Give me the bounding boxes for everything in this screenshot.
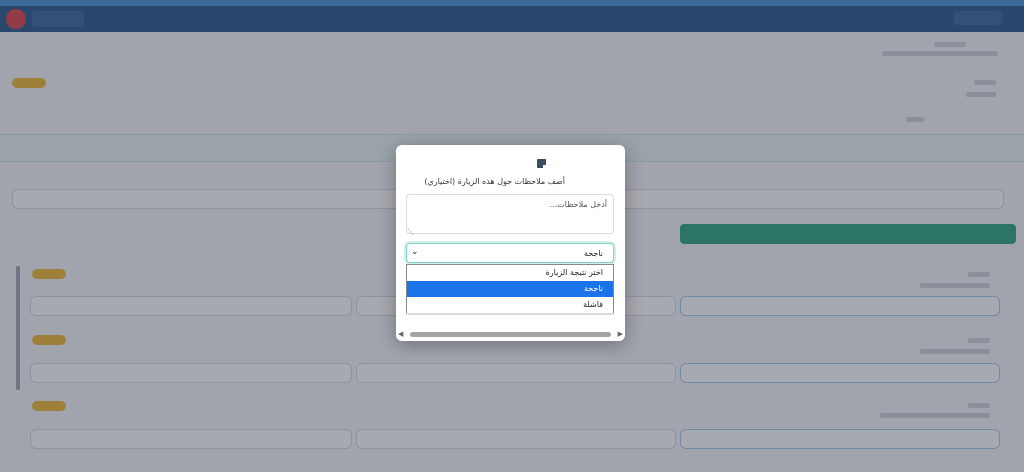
horizontal-scrollbar[interactable]: ◀ ▶ [398,330,623,339]
visit-result-select[interactable]: ناجحة ⌄ [406,243,614,263]
visit-result-dropdown: اختر نتيجة الزيارة ناجحة فاشلة [406,264,614,314]
note-icon [537,159,546,168]
scroll-left-icon[interactable]: ◀ [398,330,403,339]
select-current-value: ناجحة [583,249,603,258]
option-placeholder[interactable]: اختر نتيجة الزيارة [407,265,613,281]
resize-handle-icon[interactable]: ⋰ [407,228,414,236]
visit-notes-modal: أضف ملاحظات حول هذه الزيارة (اختياري) ⋰ … [396,145,625,341]
scroll-right-icon[interactable]: ▶ [618,330,623,339]
notes-label: أضف ملاحظات حول هذه الزيارة (اختياري) [424,177,565,186]
option-successful[interactable]: ناجحة [407,281,613,297]
option-failed[interactable]: فاشلة [407,297,613,313]
chevron-down-icon: ⌄ [411,247,419,257]
scrollbar-thumb[interactable] [410,332,611,337]
notes-textarea[interactable] [406,194,614,234]
divider [406,313,614,315]
